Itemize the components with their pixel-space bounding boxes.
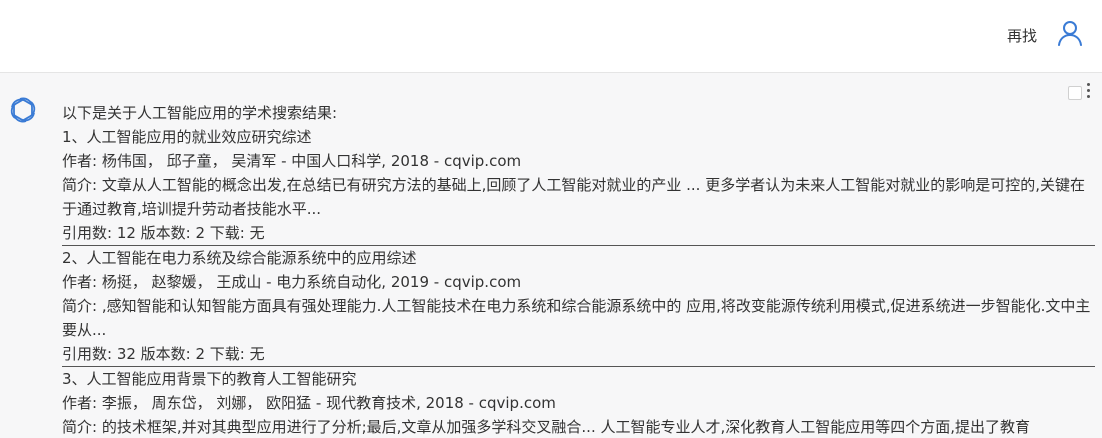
result-authors: 作者: 杨挺， 赵黎媛， 王成山 - 电力系统自动化, 2019 - cqvip… <box>62 273 522 291</box>
result-stats: 引用数: 32 版本数: 2 下载: 无 <box>62 342 1095 367</box>
assistant-logo-icon <box>8 95 38 125</box>
message-tools <box>1068 83 1094 103</box>
search-result: 3、人工智能应用背景下的教育人工智能研究 作者: 李振， 周东岱， 刘娜， 欧阳… <box>62 367 1095 438</box>
more-options-icon[interactable] <box>1087 83 1091 103</box>
result-title[interactable]: 1、人工智能应用的就业效应研究综述 <box>62 125 1095 149</box>
result-stats: 引用数: 12 版本数: 2 下载: 无 <box>62 221 1095 246</box>
result-summary: 简介: ,感知智能和认知智能方面具有强处理能力.人工智能技术在电力系统和综合能源… <box>62 297 1091 339</box>
result-authors: 作者: 杨伟国， 邱子童， 吴清军 - 中国人口科学, 2018 - cqvip… <box>62 152 522 170</box>
search-again-button[interactable]: 再找 <box>1007 25 1037 46</box>
select-checkbox[interactable] <box>1068 86 1082 100</box>
search-result: 2、人工智能在电力系统及综合能源系统中的应用综述 作者: 杨挺， 赵黎媛， 王成… <box>62 246 1095 367</box>
answer-intro: 以下是关于人工智能应用的学术搜索结果: <box>62 104 338 122</box>
user-icon[interactable] <box>1057 20 1083 46</box>
result-title[interactable]: 2、人工智能在电力系统及综合能源系统中的应用综述 <box>62 246 1095 270</box>
assistant-answer: 以下是关于人工智能应用的学术搜索结果: 1、人工智能应用的就业效应研究综述 作者… <box>62 101 1095 438</box>
result-title[interactable]: 3、人工智能应用背景下的教育人工智能研究 <box>62 367 1095 391</box>
result-summary: 简介: 的技术框架,并对其典型应用进行了分析;最后,文章从加强多学科交叉融合..… <box>62 418 1031 436</box>
result-authors: 作者: 李振， 周东岱， 刘娜， 欧阳猛 - 现代教育技术, 2018 - cq… <box>62 394 556 412</box>
chat-content: 以下是关于人工智能应用的学术搜索结果: 1、人工智能应用的就业效应研究综述 作者… <box>0 73 1102 438</box>
result-summary: 简介: 文章从人工智能的概念出发,在总结已有研究方法的基础上,回顾了人工智能对就… <box>62 176 1085 218</box>
search-result: 1、人工智能应用的就业效应研究综述 作者: 杨伟国， 邱子童， 吴清军 - 中国… <box>62 125 1095 246</box>
top-bar: 再找 <box>0 0 1102 73</box>
